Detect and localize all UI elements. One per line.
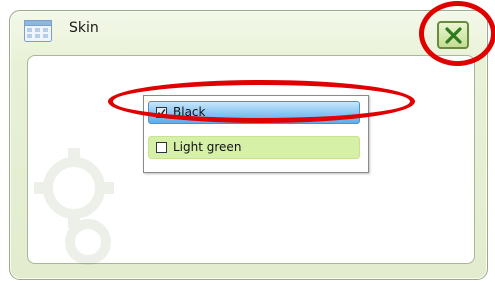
close-x-icon xyxy=(445,27,462,44)
skin-window-icon xyxy=(24,20,52,42)
skin-option-black[interactable]: Black xyxy=(148,101,360,124)
skin-list: Black Light green xyxy=(143,95,369,173)
checkbox-unchecked[interactable] xyxy=(156,142,167,153)
checkbox-checked[interactable] xyxy=(156,107,167,118)
skin-option-label: Light green xyxy=(173,140,242,154)
skin-option-light-green[interactable]: Light green xyxy=(148,136,360,159)
checkmark-icon xyxy=(157,109,166,117)
skin-option-label: Black xyxy=(173,105,206,119)
gear-watermark-icon xyxy=(34,148,114,265)
screenshot: Skin Black Light green xyxy=(0,0,495,282)
skin-dialog: Skin Black Light green xyxy=(9,10,488,280)
title-bar: Skin xyxy=(10,11,487,51)
skin-panel: Black Light green xyxy=(27,55,475,265)
window-title: Skin xyxy=(69,20,99,36)
close-button[interactable] xyxy=(437,21,469,49)
